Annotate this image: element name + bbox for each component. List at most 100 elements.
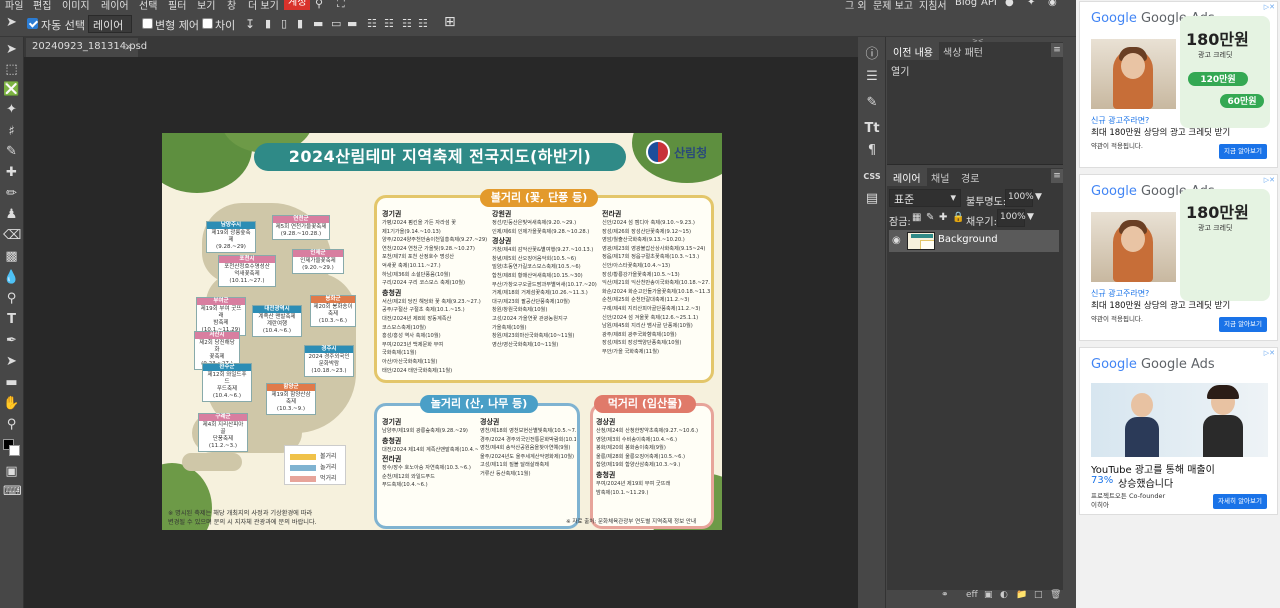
menu-api-link[interactable]: API xyxy=(981,0,997,8)
twitter-icon[interactable]: ✦ xyxy=(1027,0,1035,8)
ad-info-icon[interactable]: ▷✕ xyxy=(1264,3,1275,11)
align-center-icon[interactable]: ▯ xyxy=(281,17,287,30)
lock-pixels-icon[interactable]: ▦ xyxy=(912,212,921,223)
marquee-tool-icon[interactable]: ⬚ xyxy=(3,61,20,78)
link-layers-icon[interactable]: ⚭ xyxy=(941,590,949,600)
panel-menu-icon[interactable]: ≡ xyxy=(1051,169,1063,183)
blur-tool-icon[interactable]: 💧 xyxy=(3,269,20,286)
tab-layers[interactable]: 레이어 xyxy=(887,168,927,186)
eye-icon[interactable]: ◉ xyxy=(892,235,901,246)
quick-mask-icon[interactable]: ▣ xyxy=(3,463,20,480)
menu-guide-link[interactable]: 지침서 xyxy=(919,0,947,12)
dodge-tool-icon[interactable]: ⚲ xyxy=(3,290,20,307)
transform-checkbox[interactable] xyxy=(142,18,153,29)
zoom-tool-icon[interactable]: ⚲ xyxy=(3,416,20,433)
panel-menu-icon[interactable]: ≡ xyxy=(1051,43,1063,57)
facebook-icon[interactable]: ◉ xyxy=(1048,0,1057,8)
tab-swatches[interactable]: 색상 패턴 xyxy=(937,42,989,60)
type-tool-icon[interactable]: T xyxy=(3,311,20,328)
delete-layer-icon[interactable]: 🗑 xyxy=(1050,590,1061,600)
menu-image[interactable]: 이미지 xyxy=(62,0,90,12)
layer-mask-icon[interactable]: ▣ xyxy=(984,590,993,600)
brush-settings-icon[interactable]: ✎ xyxy=(862,93,882,113)
align-left-icon[interactable]: ▮ xyxy=(265,17,271,30)
artwork-canvas[interactable]: 2024산림테마 지역축제 전국지도(하반기) 산림청 남양주시 제19회 광릉숲… xyxy=(162,133,722,530)
align-right-icon[interactable]: ▮ xyxy=(297,17,303,30)
path-select-icon[interactable]: ➤ xyxy=(3,353,20,370)
ad-info-icon[interactable]: ▷✕ xyxy=(1264,176,1275,184)
align-middle-icon[interactable]: ▭ xyxy=(331,17,341,30)
magic-wand-icon[interactable]: ✦ xyxy=(3,101,20,118)
reddit-icon[interactable]: ● xyxy=(1005,0,1014,8)
adjustment-layer-icon[interactable]: ◐ xyxy=(1000,590,1008,600)
ad-info-icon[interactable]: ▷✕ xyxy=(1264,349,1275,357)
tab-paths[interactable]: 경로 xyxy=(955,168,985,186)
menu-account[interactable]: 계정 xyxy=(284,0,311,10)
menu-more[interactable]: 더 보기 xyxy=(248,0,279,12)
ad-cta-button[interactable]: 지금 알아보기 xyxy=(1219,144,1267,159)
ad-banner[interactable]: Google Google Ads ▷✕ 180만원 광고 크레딧 120만원 … xyxy=(1079,1,1278,168)
menu-file[interactable]: 파일 xyxy=(5,0,23,12)
tab-channels[interactable]: 채널 xyxy=(925,168,955,186)
doc-tab[interactable]: 20240923_181314.psd × xyxy=(26,38,147,57)
info-icon[interactable]: ⓘ xyxy=(862,45,882,65)
stamp-tool-icon[interactable]: ♟ xyxy=(3,206,20,223)
menu-blog-link[interactable]: Blog xyxy=(955,0,977,8)
css-icon[interactable]: CSS xyxy=(862,167,882,187)
brush-tool-icon[interactable]: ✏ xyxy=(3,185,20,202)
layer-effects-icon[interactable]: eff xyxy=(966,590,978,600)
close-icon[interactable]: × xyxy=(124,40,133,53)
menu-filter[interactable]: 필터 xyxy=(168,0,186,12)
grid-icon[interactable]: ⊞ xyxy=(444,14,456,30)
background-color-swatch[interactable] xyxy=(9,445,20,456)
lock-move-icon[interactable]: ✚ xyxy=(939,212,947,223)
character-icon[interactable]: Tt xyxy=(862,119,882,139)
menu-select[interactable]: 선택 xyxy=(139,0,157,12)
menu-more-link[interactable]: 그 외 xyxy=(845,0,867,12)
pen-tool-icon[interactable]: ✒ xyxy=(3,332,20,349)
eraser-tool-icon[interactable]: ⌫ xyxy=(3,227,21,244)
eyedropper-icon[interactable]: ✎ xyxy=(3,143,20,160)
adjustments-icon[interactable]: ☰ xyxy=(862,67,882,87)
chevron-down-icon[interactable]: ▼ xyxy=(1035,192,1042,202)
paragraph-icon[interactable]: ¶ xyxy=(862,141,882,161)
screen-mode-icon[interactable]: ⌨ xyxy=(3,483,22,500)
distribute-h-icon[interactable]: ☷ xyxy=(367,17,377,30)
gradient-tool-icon[interactable]: ▩ xyxy=(3,248,20,265)
menu-edit[interactable]: 편집 xyxy=(33,0,51,12)
download-icon[interactable]: ↧ xyxy=(245,17,255,31)
opacity-input[interactable]: 100% xyxy=(1005,189,1034,207)
distribute-v-icon[interactable]: ☷ xyxy=(384,17,394,30)
menu-view[interactable]: 보기 xyxy=(197,0,215,12)
menu-layer[interactable]: 레이어 xyxy=(101,0,129,12)
menu-window[interactable]: 창 xyxy=(227,0,236,12)
shape-tool-icon[interactable]: ▬ xyxy=(3,374,20,391)
blend-mode-select[interactable]: 표준 ▾ xyxy=(889,189,961,207)
history-item[interactable]: 열기 xyxy=(891,63,909,78)
chevron-down-icon[interactable]: ▼ xyxy=(1027,212,1034,222)
new-layer-icon[interactable]: □ xyxy=(1034,590,1043,600)
hand-tool-icon[interactable]: ✋ xyxy=(3,395,20,412)
ad-cta-button[interactable]: 지금 알아보기 xyxy=(1219,317,1267,332)
auto-select-checkbox[interactable] xyxy=(27,18,38,29)
layer-row[interactable]: ◉ Background xyxy=(889,230,1059,252)
lock-icon[interactable]: 🔒 xyxy=(952,212,964,223)
ad-banner[interactable]: Google Google Ads ▷✕ 180만원 광고 크레딧 신규 광고주… xyxy=(1079,174,1278,341)
align-top-icon[interactable]: ▬ xyxy=(313,17,323,30)
distance-checkbox[interactable] xyxy=(202,18,213,29)
fill-input[interactable]: 100% xyxy=(997,209,1026,227)
lock-paint-icon[interactable]: ✎ xyxy=(926,212,934,223)
tab-history[interactable]: 이전 내용 xyxy=(887,42,939,60)
ad-banner[interactable]: Google Google Ads ▷✕ YouTube 광고를 통해 매출이 … xyxy=(1079,347,1278,515)
align-bottom-icon[interactable]: ▬ xyxy=(347,17,357,30)
distribute-icon[interactable]: ☷ xyxy=(402,17,412,30)
move-tool-icon[interactable]: ➤ xyxy=(3,41,20,58)
healing-brush-icon[interactable]: ✚ xyxy=(3,164,20,181)
image-icon[interactable]: ▤ xyxy=(862,189,882,209)
fullscreen-icon[interactable]: ⛶ xyxy=(337,0,345,11)
distribute-space-icon[interactable]: ☷ xyxy=(418,17,428,30)
menu-report-link[interactable]: 문제 보고 xyxy=(873,0,913,12)
layer-select-dropdown[interactable]: 레이어 ▾ xyxy=(88,15,132,46)
lasso-tool-icon[interactable]: ❎ xyxy=(3,81,20,98)
new-group-icon[interactable]: 📁 xyxy=(1016,590,1027,600)
